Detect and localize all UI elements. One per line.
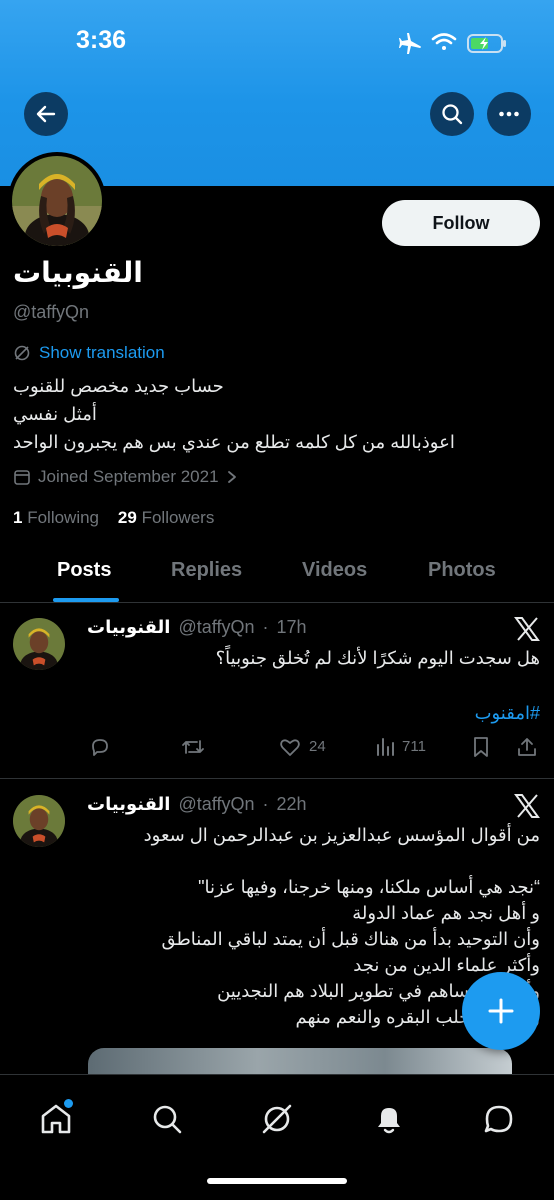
airplane-icon: [399, 33, 421, 54]
profile-display-name: القنوبيات: [13, 257, 143, 288]
tweet-author-handle[interactable]: @taffyQn: [178, 617, 254, 638]
tab-posts[interactable]: Posts: [57, 559, 111, 582]
views-icon[interactable]: [375, 736, 395, 758]
back-button[interactable]: [24, 92, 68, 136]
follow-button[interactable]: Follow: [382, 200, 540, 246]
tweet-time: 17h: [276, 617, 307, 637]
nav-grok[interactable]: [260, 1102, 294, 1141]
tweet-actions: 24 711: [87, 735, 540, 759]
compose-button[interactable]: [462, 972, 540, 1050]
translate-icon: [14, 345, 30, 361]
joined-date[interactable]: Joined September 2021: [13, 467, 238, 487]
tab-videos[interactable]: Videos: [302, 559, 367, 582]
followers-count: 29: [117, 508, 137, 527]
following-label: Following: [27, 508, 100, 527]
tweet-line: من أقوال المؤسس عبدالعزيز بن عبدالرحمن ا…: [143, 825, 540, 845]
status-icons: [399, 33, 506, 54]
bell-icon: [378, 1108, 400, 1134]
avatar-image: [13, 795, 65, 847]
tweet-header: القنوبيات @taffyQn · 22h: [87, 794, 307, 815]
like-icon[interactable]: [279, 736, 301, 758]
show-translation-link[interactable]: Show translation: [13, 343, 165, 363]
tweet-hashtag[interactable]: #امقنوب: [87, 700, 540, 726]
more-icon: [499, 111, 519, 117]
home-indicator: [207, 1178, 347, 1184]
tweet-line: وأن التوحيد بدأ من هناك قبل أن يمتد لباق…: [161, 929, 540, 949]
tweet-avatar[interactable]: [13, 795, 65, 847]
more-button[interactable]: [487, 92, 531, 136]
notification-dot: [64, 1099, 73, 1108]
profile-bio: حساب جديد مخصص للقنوب أمثل نفسي اعوذبالل…: [13, 372, 455, 456]
arrow-left-icon: [36, 105, 56, 123]
tweet-author-name[interactable]: القنوبيات: [87, 617, 170, 638]
following-count: 1: [13, 508, 23, 527]
tab-replies[interactable]: Replies: [171, 559, 242, 582]
share-icon[interactable]: [516, 736, 538, 758]
tweet-time: 22h: [276, 794, 307, 814]
follow-stats: 1 Following 29 Followers: [13, 508, 214, 528]
nav-search[interactable]: [150, 1102, 184, 1141]
active-tab-indicator: [53, 598, 119, 602]
avatar-image: [13, 618, 65, 670]
reply-icon[interactable]: [89, 736, 111, 758]
nav-messages[interactable]: [482, 1102, 516, 1141]
joined-label: Joined September 2021: [38, 467, 219, 486]
nav-notifications[interactable]: [372, 1102, 406, 1141]
tweet-separator: ·: [262, 617, 269, 637]
bookmark-icon[interactable]: [471, 736, 491, 758]
tweet-line: وأكثر علماء الدين من نجد: [353, 955, 540, 975]
search-button[interactable]: [430, 92, 474, 136]
tweet-text: هل سجدت اليوم شكرًا لأنك لم تُخلق جنوبيا…: [215, 648, 540, 668]
grok-icon: [262, 1104, 292, 1134]
profile-handle: @taffyQn: [13, 302, 89, 322]
tweet-header: القنوبيات @taffyQn · 17h: [87, 617, 307, 638]
profile-tabs: Posts Replies Videos Photos: [0, 545, 554, 603]
tweet-separator: ·: [262, 794, 269, 814]
messages-icon: [484, 1105, 513, 1133]
chevron-right-icon: [227, 471, 236, 483]
search-icon: [442, 104, 463, 125]
calendar-icon: [14, 470, 30, 485]
battery-icon: [467, 34, 506, 53]
tweet-line: “نجد هي أساس ملكنا، ومنها خرجنا، وفيها ع…: [198, 877, 540, 897]
followers-link[interactable]: 29 Followers: [118, 508, 214, 527]
following-link[interactable]: 1 Following: [13, 508, 99, 527]
avatar-image: [12, 156, 102, 246]
retweet-icon[interactable]: [181, 736, 205, 758]
nav-home[interactable]: [38, 1099, 74, 1137]
tweet-divider: [0, 778, 554, 779]
wifi-icon: [431, 33, 457, 50]
like-count: 24: [309, 738, 326, 755]
followers-label: Followers: [141, 508, 215, 527]
x-logo-icon: [514, 794, 540, 818]
profile-avatar[interactable]: [8, 152, 106, 250]
tweet-author-name[interactable]: القنوبيات: [87, 794, 170, 815]
plus-icon: [488, 998, 514, 1024]
bio-line: حساب جديد مخصص للقنوب: [13, 376, 224, 396]
bio-line: أمثل نفسي: [13, 404, 97, 424]
tweet-author-handle[interactable]: @taffyQn: [178, 794, 254, 815]
search-icon: [153, 1105, 182, 1134]
view-count: 711: [402, 738, 426, 755]
bio-line: اعوذبالله من كل كلمه تطلع من عندي بس هم …: [13, 432, 455, 452]
show-translation-label: Show translation: [39, 343, 165, 362]
tweet-line: و أهل نجد هم عماد الدولة: [352, 903, 540, 923]
x-logo-icon: [514, 617, 540, 641]
tab-photos[interactable]: Photos: [428, 559, 496, 582]
tweet-avatar[interactable]: [13, 618, 65, 670]
status-time: 3:36: [76, 26, 127, 54]
